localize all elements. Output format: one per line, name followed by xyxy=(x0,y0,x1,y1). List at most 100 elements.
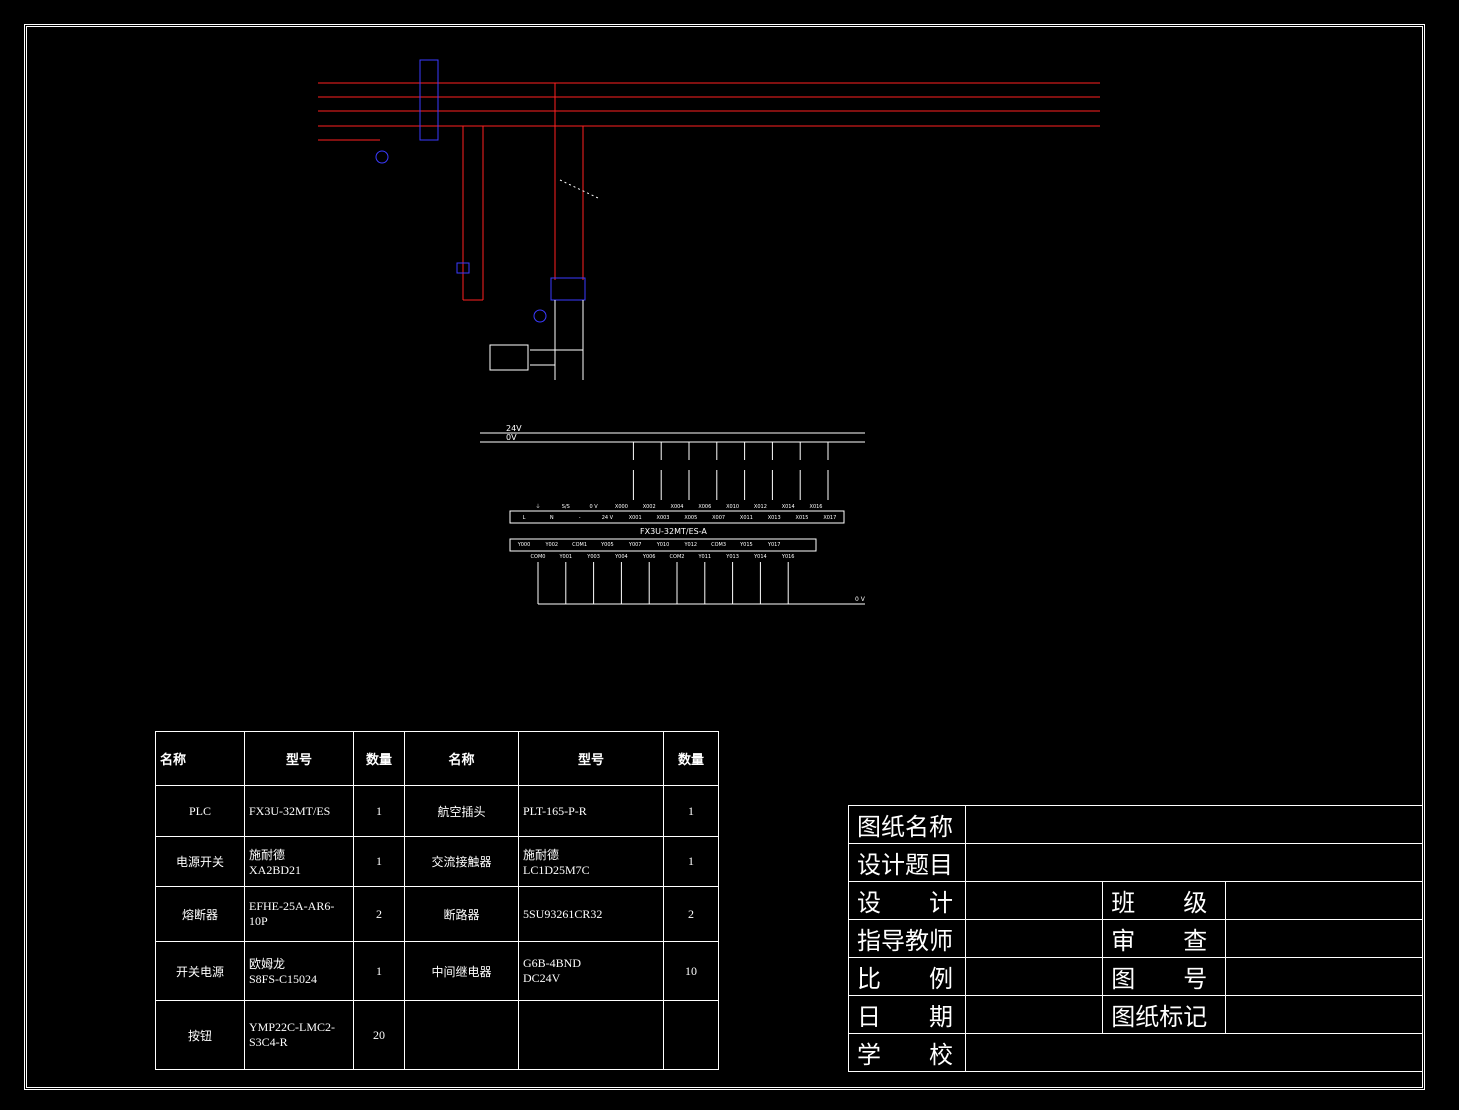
plc-input-terminal: X013 xyxy=(768,515,781,521)
bill-of-materials-table: 名称 型号 数量 名称 型号 数量 PLC FX3U-32MT/ES 1 航空插… xyxy=(155,731,719,1070)
bom-cell: PLC xyxy=(155,785,245,837)
bom-header: 名称 xyxy=(404,731,519,786)
bom-cell: 2 xyxy=(353,886,405,942)
plc-input-terminal-upper: X002 xyxy=(643,504,656,510)
plc-input-terminal: N xyxy=(550,515,554,521)
drawing-canvas: 24V 0V FX3U-32MT/ES-A 0 V L N -24 V X001 X00… xyxy=(0,0,1459,1110)
plc-output-terminal: Y010 xyxy=(656,542,670,548)
plc-output-terminal-lower: Y013 xyxy=(725,554,739,560)
bom-header: 数量 xyxy=(353,731,405,786)
bom-cell: 航空插头 xyxy=(404,785,519,837)
plc-input-terminal-upper: X016 xyxy=(810,504,823,510)
plc-input-terminal: X001 xyxy=(629,515,642,521)
bom-cell xyxy=(518,1000,664,1070)
plc-output-terminal-lower: Y003 xyxy=(586,554,600,560)
plc-output-terminal-lower: Y011 xyxy=(697,554,711,560)
bom-cell: EFHE-25A-AR6-10P xyxy=(244,886,354,942)
title-block-value xyxy=(1224,995,1424,1034)
plc-output-terminal-lower: Y014 xyxy=(753,554,767,560)
title-block-label: 图纸标记 xyxy=(1102,995,1226,1034)
plc-output-terminal-lower: Y004 xyxy=(614,554,628,560)
title-block-value xyxy=(965,843,1423,882)
bom-cell: 施耐德 LC1D25M7C xyxy=(518,836,664,887)
title-block-value xyxy=(1224,957,1424,996)
plc-input-terminal-upper: 0 V xyxy=(589,504,598,510)
rail-24v-label: 24V xyxy=(506,424,522,433)
title-block-value xyxy=(964,995,1104,1034)
plc-output-terminal: COM1 xyxy=(572,542,587,548)
bom-cell: 按钮 xyxy=(155,1000,245,1070)
plc-input-terminal: X011 xyxy=(740,515,753,521)
plc-output-terminal: Y007 xyxy=(628,542,642,548)
plc-input-terminal: X005 xyxy=(684,515,697,521)
title-block-label: 审 查 xyxy=(1102,919,1226,958)
title-block-value xyxy=(1224,919,1424,958)
title-block-value xyxy=(965,1033,1423,1072)
plc-input-terminal: L xyxy=(523,515,526,521)
plc-input-terminal: 24 V xyxy=(602,515,614,521)
bom-cell: 1 xyxy=(353,836,405,887)
bom-cell: 交流接触器 xyxy=(404,836,519,887)
bom-cell: 熔断器 xyxy=(155,886,245,942)
plc-input-terminal-upper: X010 xyxy=(726,504,739,510)
bom-cell: 1 xyxy=(353,785,405,837)
plc-input-terminal: X007 xyxy=(712,515,725,521)
plc-output-terminal-lower: Y016 xyxy=(781,554,795,560)
plc-output-terminal: Y015 xyxy=(739,542,753,548)
bom-header: 型号 xyxy=(518,731,664,786)
bom-cell: 欧姆龙 S8FS-C15024 xyxy=(244,941,354,1001)
plc-model-label: FX3U-32MT/ES-A xyxy=(640,527,707,536)
title-block-value xyxy=(964,957,1104,996)
plc-output-terminal-lower: COM2 xyxy=(670,554,685,560)
bottom-0v-label: 0 V xyxy=(855,596,866,603)
plc-input-terminal-upper: X000 xyxy=(615,504,628,510)
plc-input-terminal: X015 xyxy=(796,515,809,521)
title-block-label: 学 校 xyxy=(848,1033,966,1072)
bom-cell: YMP22C-LMC2- S3C4-R xyxy=(244,1000,354,1070)
plc-output-terminal: Y000 xyxy=(517,542,531,548)
plc-output-terminal: Y017 xyxy=(767,542,781,548)
plc-input-terminal-upper: ⏚ xyxy=(535,503,540,510)
title-block-value xyxy=(1224,881,1424,920)
bom-cell: 电源开关 xyxy=(155,836,245,887)
title-block-value xyxy=(964,919,1104,958)
title-block-value xyxy=(965,805,1423,844)
plc-output-terminal-lower: COM0 xyxy=(531,554,546,560)
plc-input-terminal-upper: X014 xyxy=(782,504,795,510)
bom-cell: 中间继电器 xyxy=(404,941,519,1001)
title-block-value xyxy=(964,881,1104,920)
bom-cell: 断路器 xyxy=(404,886,519,942)
plc-input-terminal-upper: X006 xyxy=(698,504,711,510)
title-block-label: 比 例 xyxy=(848,957,966,996)
plc-input-terminal-upper: S/S xyxy=(562,504,570,510)
plc-output-terminal: Y005 xyxy=(600,542,614,548)
plc-output-terminal-lower: Y001 xyxy=(558,554,572,560)
plc-output-terminal-lower: Y006 xyxy=(642,554,656,560)
plc-output-terminal: COM3 xyxy=(711,542,726,548)
plc-wiring-diagram: 24V 0V FX3U-32MT/ES-A 0 V L N -24 V X001 X00… xyxy=(480,424,866,605)
plc-input-terminal: X003 xyxy=(657,515,670,521)
bom-header: 数量 xyxy=(663,731,719,786)
bom-cell: G6B-4BND DC24V xyxy=(518,941,664,1001)
title-block-label: 设计题目 xyxy=(848,843,966,882)
bom-cell: 施耐德 XA2BD21 xyxy=(244,836,354,887)
bom-header: 名称 xyxy=(155,731,245,786)
title-block: 图纸名称 设计题目 设 计 班 级 指导教师 审 查 比 例 图 号 日 期 图… xyxy=(848,805,1424,1072)
plc-input-terminal: X017 xyxy=(823,515,836,521)
bom-cell: 2 xyxy=(663,886,719,942)
plc-input-terminal: - xyxy=(579,515,581,521)
title-block-label: 指导教师 xyxy=(848,919,966,958)
plc-output-terminal: Y002 xyxy=(544,542,558,548)
plc-output-terminal: Y012 xyxy=(683,542,697,548)
bom-header: 型号 xyxy=(244,731,354,786)
rail-0v-label: 0V xyxy=(506,433,517,442)
bom-cell: FX3U-32MT/ES xyxy=(244,785,354,837)
title-block-label: 日 期 xyxy=(848,995,966,1034)
title-block-label: 图 号 xyxy=(1102,957,1226,996)
bom-cell: 开关电源 xyxy=(155,941,245,1001)
bom-cell: 1 xyxy=(663,785,719,837)
bom-cell: 20 xyxy=(353,1000,405,1070)
bom-cell: 5SU93261CR32 xyxy=(518,886,664,942)
plc-input-terminal-upper: X012 xyxy=(754,504,767,510)
bom-cell xyxy=(663,1000,719,1070)
